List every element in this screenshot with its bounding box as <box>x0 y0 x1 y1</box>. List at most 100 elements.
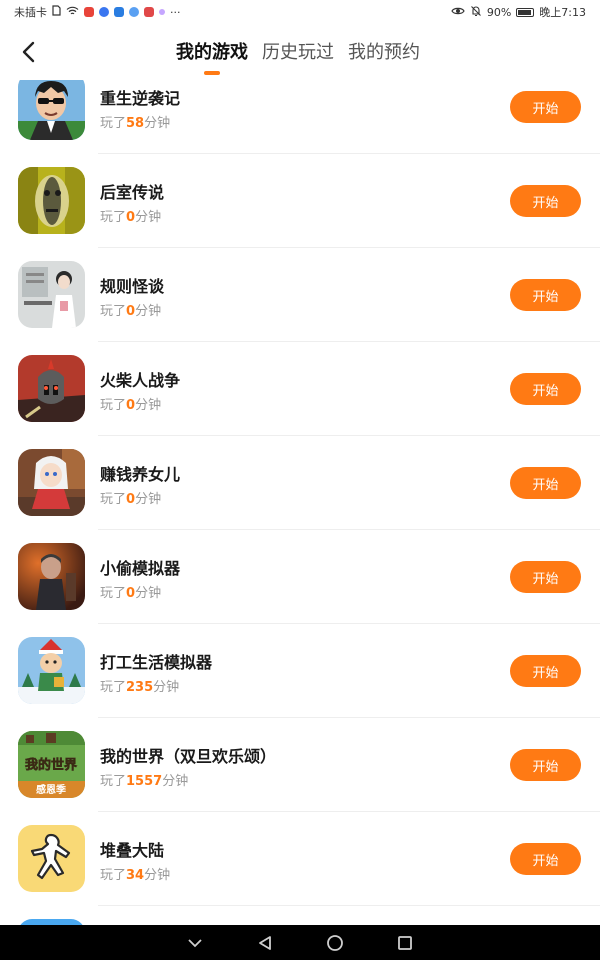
play-time: 玩了235分钟 <box>100 676 179 695</box>
game-row[interactable]: 后室传说 玩了0分钟 开始 <box>0 154 600 248</box>
chevron-down-icon <box>188 938 202 947</box>
start-button[interactable]: 开始 <box>510 185 581 217</box>
game-row[interactable]: 小偷模拟器 玩了0分钟 开始 <box>0 530 600 624</box>
system-nav-bar <box>0 925 600 960</box>
game-row[interactable]: 重生逆袭记 玩了58分钟 开始 <box>0 80 600 154</box>
battery-icon <box>516 7 535 17</box>
play-time-suffix: 分钟 <box>135 210 162 225</box>
app-notification-icon <box>114 7 124 17</box>
game-row[interactable]: 打工生活模拟器 玩了235分钟 开始 <box>0 624 600 718</box>
game-title: 重生逆袭记 <box>100 89 181 108</box>
back-button[interactable] <box>12 34 44 70</box>
play-time: 玩了0分钟 <box>100 300 161 319</box>
play-time-minutes: 235 <box>126 680 154 695</box>
eye-icon <box>451 6 465 19</box>
play-time-minutes: 34 <box>126 868 145 883</box>
tab-bar: 我的游戏 历史玩过 我的预约 <box>176 38 420 75</box>
play-time-prefix: 玩了 <box>100 116 127 131</box>
game-icon-thief <box>18 543 85 610</box>
game-row[interactable]: 赚钱养女儿 玩了0分钟 开始 <box>0 436 600 530</box>
more-notifications-text: ··· <box>170 5 181 19</box>
active-tab-indicator <box>204 71 220 75</box>
tab-my-games[interactable]: 我的游戏 <box>176 38 248 75</box>
play-time-suffix: 分钟 <box>135 586 162 601</box>
play-time-suffix: 分钟 <box>135 492 162 507</box>
start-button[interactable]: 开始 <box>510 279 581 311</box>
start-button[interactable]: 开始 <box>510 749 581 781</box>
app-notification-icon <box>129 7 139 17</box>
start-button[interactable]: 开始 <box>510 91 581 123</box>
play-time-minutes: 1557 <box>126 774 163 789</box>
back-nav-button[interactable] <box>250 928 280 958</box>
play-time-prefix: 玩了 <box>100 586 127 601</box>
app-notification-icon <box>144 7 154 17</box>
play-time-prefix: 玩了 <box>100 680 127 695</box>
game-icon-rebirth <box>18 80 85 140</box>
play-time-minutes: 0 <box>126 398 136 413</box>
tab-reservations[interactable]: 我的预约 <box>348 38 420 64</box>
tab-label: 我的预约 <box>348 42 420 63</box>
start-button[interactable]: 开始 <box>510 467 581 499</box>
battery-percent: 90% <box>486 5 512 19</box>
play-time: 玩了0分钟 <box>100 206 161 225</box>
play-time-minutes: 0 <box>126 492 136 507</box>
play-time-suffix: 分钟 <box>162 774 189 789</box>
start-button[interactable]: 开始 <box>510 561 581 593</box>
game-row[interactable]: 规则怪谈 玩了0分钟 开始 <box>0 248 600 342</box>
game-row[interactable]: 堆叠大陆 玩了34分钟 开始 <box>0 812 600 906</box>
clock-time: 晚上7:13 <box>539 6 586 19</box>
start-button[interactable]: 开始 <box>510 655 581 687</box>
game-icon-rules <box>18 261 85 328</box>
home-circle-icon <box>327 934 343 951</box>
app-notification-icon <box>84 7 94 17</box>
game-icon-daughter <box>18 449 85 516</box>
play-time-suffix: 分钟 <box>153 680 180 695</box>
play-time-minutes: 0 <box>126 304 136 319</box>
play-time-suffix: 分钟 <box>135 304 162 319</box>
play-time-prefix: 玩了 <box>100 868 127 883</box>
status-right: 90% 晚上7:13 <box>451 4 586 20</box>
game-title: 打工生活模拟器 <box>100 653 213 672</box>
back-triangle-icon <box>259 935 271 950</box>
status-bar: 未插卡 ··· 90% 晚上7:13 <box>0 0 600 24</box>
game-icon-minecraft: 我的世界 感恩季 <box>18 731 85 798</box>
recents-square-icon <box>398 935 412 950</box>
wifi-icon <box>66 6 79 19</box>
play-time-prefix: 玩了 <box>100 304 127 319</box>
sim-icon <box>52 5 61 19</box>
play-time-prefix: 玩了 <box>100 398 127 413</box>
minecraft-icon-subtitle: 感恩季 <box>36 783 67 796</box>
minecraft-icon-title: 我的世界 <box>25 757 77 773</box>
tab-history[interactable]: 历史玩过 <box>262 38 334 64</box>
play-time-prefix: 玩了 <box>100 210 127 225</box>
play-time: 玩了0分钟 <box>100 394 161 413</box>
game-icon-work-life <box>18 637 85 704</box>
game-title: 堆叠大陆 <box>100 841 165 860</box>
play-time-suffix: 分钟 <box>135 398 162 413</box>
game-title: 小偷模拟器 <box>100 559 181 578</box>
start-button[interactable]: 开始 <box>510 843 581 875</box>
status-left: 未插卡 ··· <box>14 4 181 20</box>
play-time-suffix: 分钟 <box>144 868 171 883</box>
game-icon-stacklands <box>18 825 85 892</box>
play-time: 玩了0分钟 <box>100 488 161 507</box>
play-time-prefix: 玩了 <box>100 774 127 789</box>
game-row[interactable]: 我的世界 感恩季 我的世界（双旦欢乐颂） 玩了1557分钟 开始 <box>0 718 600 812</box>
chevron-left-icon <box>22 41 35 63</box>
home-nav-button[interactable] <box>320 928 350 958</box>
game-icon-stick-war <box>18 355 85 422</box>
game-list[interactable]: 重生逆袭记 玩了58分钟 开始 后室传说 玩了0分钟 开始 规则怪谈 玩了0分钟… <box>0 80 600 925</box>
play-time-minutes: 58 <box>126 116 145 131</box>
header: 我的游戏 历史玩过 我的预约 <box>0 24 600 80</box>
play-time-prefix: 玩了 <box>100 492 127 507</box>
play-time-minutes: 0 <box>126 586 136 601</box>
start-button[interactable]: 开始 <box>510 373 581 405</box>
recents-nav-button[interactable] <box>390 928 420 958</box>
game-row[interactable]: 火柴人战争 玩了0分钟 开始 <box>0 342 600 436</box>
game-title: 规则怪谈 <box>100 277 165 296</box>
game-icon-backrooms <box>18 167 85 234</box>
play-time: 玩了34分钟 <box>100 864 170 883</box>
app-notification-icon <box>99 7 109 17</box>
hide-nav-button[interactable] <box>180 928 210 958</box>
game-row[interactable] <box>0 906 600 925</box>
